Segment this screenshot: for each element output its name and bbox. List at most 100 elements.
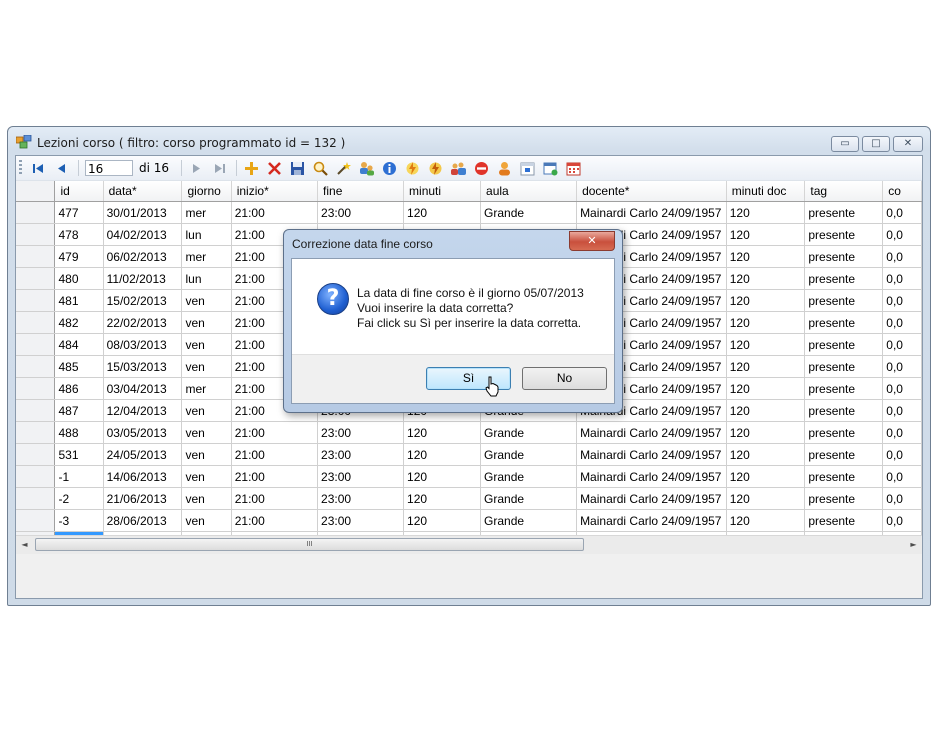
cell-minuti-doc[interactable]: 120 [726, 267, 806, 290]
cell-aula[interactable]: Grande [480, 421, 578, 444]
cell-co[interactable]: 0,0 [882, 465, 922, 488]
column-header-aula[interactable]: aula [480, 181, 578, 202]
row-header[interactable] [16, 311, 56, 334]
row-header[interactable] [16, 267, 56, 290]
close-button[interactable]: ✕ [893, 136, 923, 152]
row-header[interactable] [16, 223, 56, 246]
cell-tag[interactable]: presente [804, 443, 884, 466]
cell-minuti-doc[interactable]: 120 [726, 465, 806, 488]
column-header-fine[interactable]: fine [317, 181, 405, 202]
save-button[interactable] [287, 158, 307, 178]
cell-co[interactable]: 0,0 [882, 443, 922, 466]
cell-tag[interactable]: presente [804, 509, 884, 532]
search-button[interactable] [310, 158, 330, 178]
column-header-giorno[interactable]: giorno [181, 181, 232, 202]
cell-id[interactable]: 484 [54, 333, 104, 356]
cell-minuti[interactable]: 120 [403, 443, 482, 466]
lightning-alt-button[interactable] [425, 158, 445, 178]
cell-giorno[interactable]: lun [181, 267, 232, 290]
cell-minuti[interactable]: 120 [403, 509, 482, 532]
cell-giorno[interactable]: ven [181, 355, 232, 378]
cell-id[interactable]: -3 [54, 509, 104, 532]
wand-button[interactable] [333, 158, 353, 178]
cell-data[interactable]: 06/02/2013 [103, 245, 183, 268]
cell-co[interactable]: 0,0 [882, 399, 922, 422]
cell-co[interactable]: 0,0 [882, 421, 922, 444]
cell-giorno[interactable]: ven [181, 443, 232, 466]
cell-tag[interactable]: presente [804, 465, 884, 488]
cell-tag[interactable]: presente [804, 267, 884, 290]
cell-co[interactable]: 0,0 [882, 333, 922, 356]
cell-tag[interactable]: presente [804, 201, 884, 224]
row-header[interactable] [16, 399, 56, 422]
cell-inizio[interactable]: 21:00 [231, 465, 319, 488]
cell-tag[interactable]: presente [804, 377, 884, 400]
scroll-thumb[interactable]: III [35, 538, 584, 551]
cell-data[interactable]: 12/04/2013 [103, 399, 183, 422]
cell-id[interactable]: -1 [54, 465, 104, 488]
scroll-right-button[interactable]: ► [905, 537, 922, 553]
position-input[interactable]: 16 [85, 160, 133, 176]
cell-giorno[interactable]: mer [181, 377, 232, 400]
cell-tag[interactable]: presente [804, 421, 884, 444]
cell-id[interactable]: 478 [54, 223, 104, 246]
cell-fine[interactable]: 23:00 [317, 443, 405, 466]
cell-inizio[interactable]: 21:00 [231, 201, 319, 224]
minimize-button[interactable]: ▭ [831, 136, 859, 152]
cell-minuti-doc[interactable]: 120 [726, 223, 806, 246]
cell-aula[interactable]: Grande [480, 465, 578, 488]
cell-docente[interactable]: Mainardi Carlo 24/09/1957 [576, 201, 727, 224]
move-previous-button[interactable] [51, 158, 71, 178]
no-button[interactable]: No [522, 367, 607, 390]
cell-data[interactable]: 03/04/2013 [103, 377, 183, 400]
row-header[interactable] [16, 421, 56, 444]
cell-id[interactable]: 487 [54, 399, 104, 422]
cell-data[interactable]: 08/03/2013 [103, 333, 183, 356]
cell-co[interactable]: 0,0 [882, 509, 922, 532]
dialog-close-button[interactable]: ✕ [569, 231, 615, 251]
cell-data[interactable]: 22/02/2013 [103, 311, 183, 334]
info-button[interactable] [379, 158, 399, 178]
cell-minuti-doc[interactable]: 120 [726, 377, 806, 400]
column-header-minuti-doc[interactable]: minuti doc [726, 181, 806, 202]
cell-data[interactable]: 04/02/2013 [103, 223, 183, 246]
cell-tag[interactable]: presente [804, 487, 884, 510]
cell-id[interactable]: 480 [54, 267, 104, 290]
cell-data[interactable]: 11/02/2013 [103, 267, 183, 290]
cell-id[interactable]: 482 [54, 311, 104, 334]
delete-button[interactable] [264, 158, 284, 178]
cell-minuti-doc[interactable]: 120 [726, 355, 806, 378]
row-header[interactable] [16, 245, 56, 268]
cell-data[interactable]: 03/05/2013 [103, 421, 183, 444]
cell-minuti-doc[interactable]: 120 [726, 443, 806, 466]
column-header-minuti[interactable]: minuti [403, 181, 482, 202]
cell-tag[interactable]: presente [804, 245, 884, 268]
cell-inizio[interactable]: 21:00 [231, 421, 319, 444]
cell-tag[interactable]: presente [804, 399, 884, 422]
cell-tag[interactable]: presente [804, 289, 884, 312]
cell-giorno[interactable]: ven [181, 509, 232, 532]
cell-minuti-doc[interactable]: 120 [726, 421, 806, 444]
cell-minuti-doc[interactable]: 120 [726, 399, 806, 422]
column-header-co[interactable]: co [882, 181, 922, 202]
toolbar-grip[interactable] [19, 160, 22, 176]
cell-minuti[interactable]: 120 [403, 487, 482, 510]
cell-id[interactable]: 486 [54, 377, 104, 400]
row-header[interactable] [16, 377, 56, 400]
cell-data[interactable]: 28/06/2013 [103, 509, 183, 532]
cell-fine[interactable]: 23:00 [317, 201, 405, 224]
cell-co[interactable]: 0,0 [882, 289, 922, 312]
cell-id[interactable]: 479 [54, 245, 104, 268]
scroll-left-button[interactable]: ◄ [16, 537, 33, 553]
move-last-button[interactable] [209, 158, 229, 178]
cell-docente[interactable]: Mainardi Carlo 24/09/1957 [576, 487, 727, 510]
cell-giorno[interactable]: ven [181, 487, 232, 510]
cell-co[interactable]: 0,0 [882, 487, 922, 510]
cell-giorno[interactable]: lun [181, 223, 232, 246]
cell-co[interactable]: 0,0 [882, 245, 922, 268]
row-header-corner[interactable] [16, 181, 56, 202]
users-button[interactable] [356, 158, 376, 178]
cell-co[interactable]: 0,0 [882, 311, 922, 334]
calendar-button[interactable] [517, 158, 537, 178]
cell-data[interactable]: 30/01/2013 [103, 201, 183, 224]
